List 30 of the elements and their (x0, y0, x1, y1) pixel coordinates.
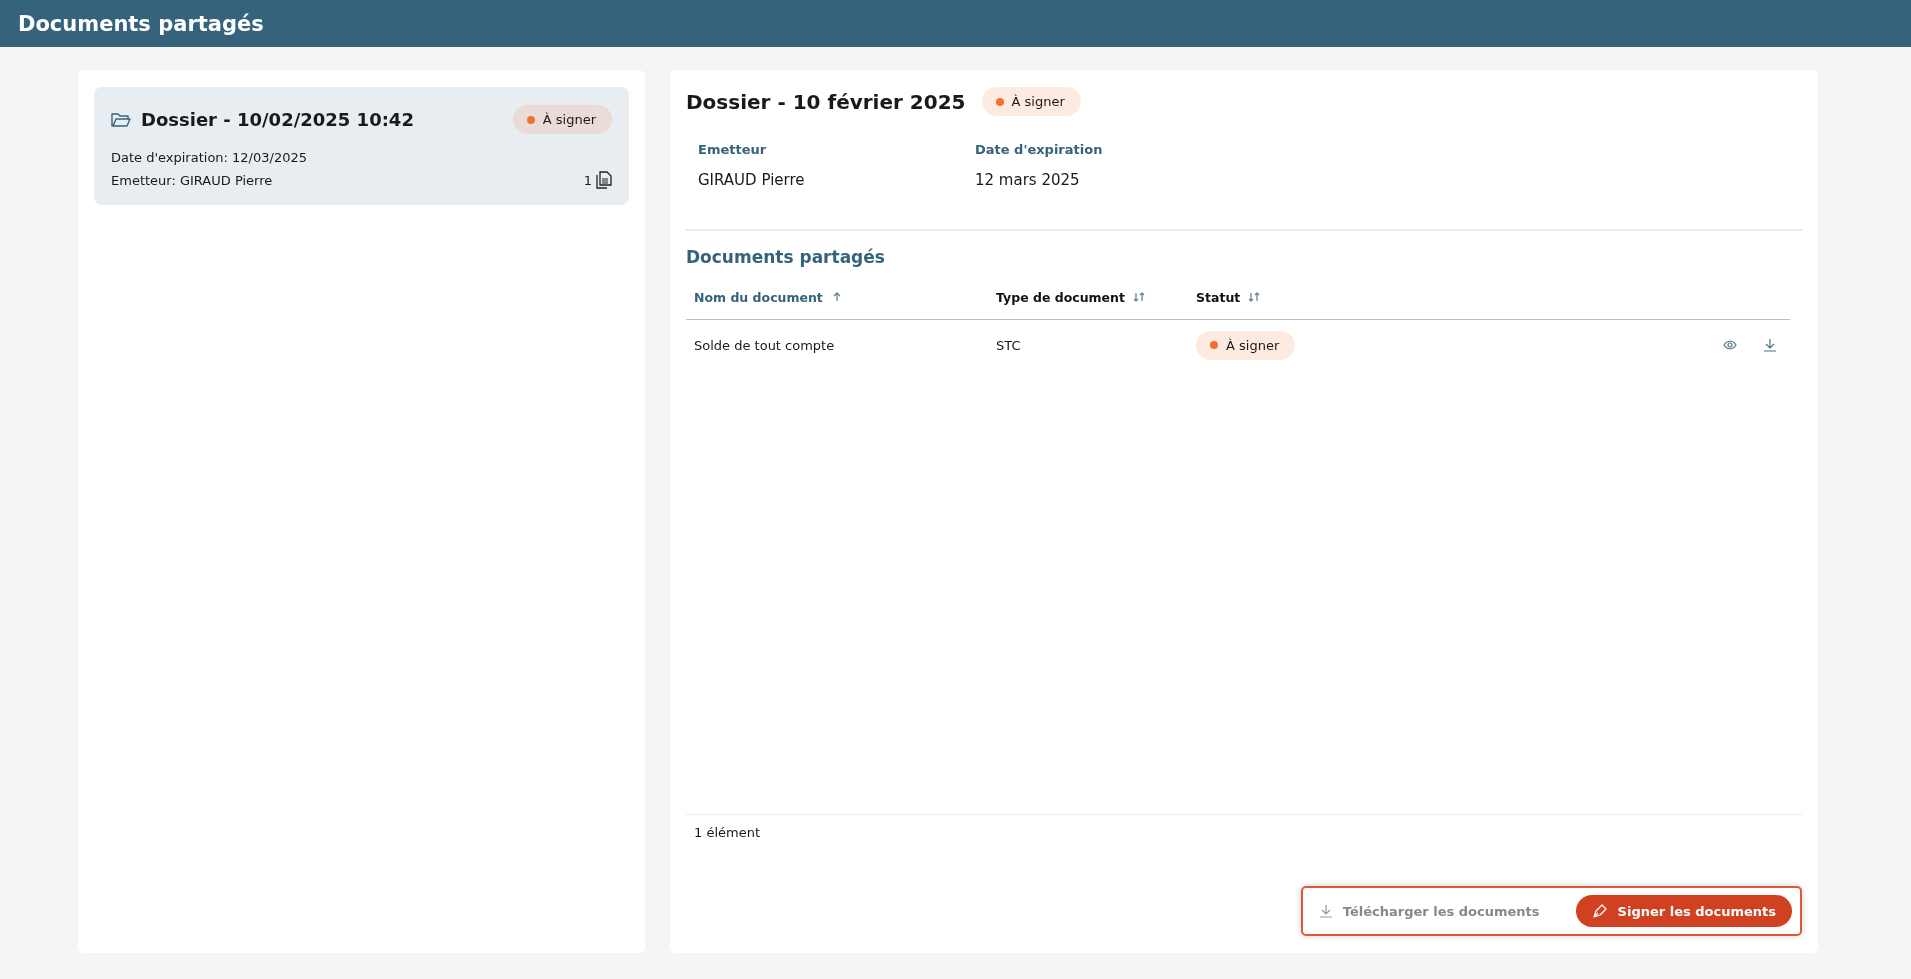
column-header[interactable]: Statut (1188, 275, 1710, 320)
download-icon (1763, 338, 1777, 352)
sign-button[interactable]: Signer les documents (1575, 895, 1792, 927)
table-cell-text: Solde de tout compte (693, 336, 836, 355)
field-value: 12 mars 2025 (975, 171, 1081, 189)
column-header[interactable]: Type de document (988, 275, 1188, 320)
folder-card[interactable]: Dossier - 10/02/2025 10:42 À signer Date d'expiration: 12/03/2025 Emetteur: GIRAUD Pierre 1 (94, 87, 629, 205)
field-label: Date d'expiration (975, 142, 1104, 157)
column-header[interactable]: Nom du document (686, 275, 988, 320)
item-count: 1 élément (693, 825, 761, 840)
sort-icon (1132, 292, 1145, 302)
expiration-date: Date d'expiration: 12/03/2025 (111, 150, 308, 165)
document-count: 1 (583, 172, 592, 188)
field-label: Emetteur (698, 142, 768, 157)
table-cell-text: STC (995, 336, 1022, 355)
documents-icon (596, 171, 612, 189)
folder-title: Dossier - 10/02/2025 10:42 (141, 109, 415, 130)
status-badge: À signer (512, 105, 612, 134)
eye-icon (1723, 340, 1737, 350)
status-badge: À signer (1196, 330, 1296, 360)
download-icon (1318, 904, 1333, 918)
status-badge: À signer (981, 87, 1081, 116)
sort-icon (1248, 292, 1261, 302)
pen-icon (1591, 903, 1608, 919)
folder-icon (111, 111, 131, 128)
field-value: GIRAUD Pierre (698, 171, 806, 189)
issuer: Emetteur: GIRAUD Pierre (111, 172, 273, 188)
section-title: Documents partagés (686, 247, 886, 267)
folder-heading: Dossier - 10 février 2025 (686, 89, 966, 114)
page-title: Documents partagés (18, 11, 264, 36)
